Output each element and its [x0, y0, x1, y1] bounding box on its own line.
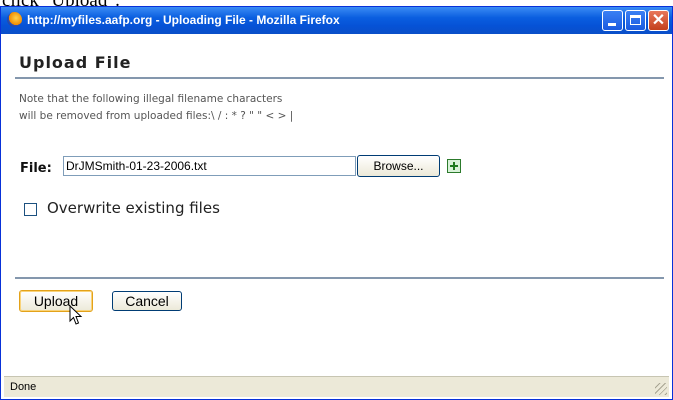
note-line-1: Note that the following illegal filename…: [19, 93, 283, 105]
titlebar[interactable]: http://myfiles.aafp.org - Uploading File…: [1, 7, 672, 34]
status-text: Done: [10, 381, 37, 393]
cancel-button[interactable]: Cancel: [112, 291, 182, 311]
window-title: http://myfiles.aafp.org - Uploading File…: [27, 13, 340, 27]
add-file-icon[interactable]: [447, 159, 461, 173]
mouse-cursor-icon: [69, 305, 83, 325]
close-icon: ✕: [651, 12, 666, 29]
minimize-icon: [608, 23, 616, 26]
page-title: Upload File: [19, 53, 132, 72]
overwrite-checkbox[interactable]: [24, 203, 37, 216]
file-label: File:: [20, 161, 52, 176]
firefox-icon: [7, 12, 22, 27]
status-bar: Done: [4, 376, 669, 397]
minimize-button[interactable]: [602, 10, 623, 31]
divider-bottom: [15, 277, 664, 279]
maximize-button[interactable]: [625, 10, 646, 31]
browser-window: http://myfiles.aafp.org - Uploading File…: [0, 6, 673, 400]
close-button[interactable]: ✕: [648, 10, 669, 31]
browse-button[interactable]: Browse...: [357, 155, 440, 177]
illegal-characters-note: Note that the following illegal filename…: [19, 91, 459, 125]
file-path-input[interactable]: DrJMSmith-01-23-2006.txt: [63, 156, 356, 176]
page-content: Upload File Note that the following ille…: [4, 34, 669, 376]
maximize-icon: [630, 15, 641, 25]
resize-grip-icon[interactable]: [655, 383, 667, 395]
overwrite-label[interactable]: Overwrite existing files: [47, 199, 220, 217]
note-line-2: will be removed from uploaded files:\ / …: [19, 110, 294, 122]
divider-top: [15, 77, 664, 79]
